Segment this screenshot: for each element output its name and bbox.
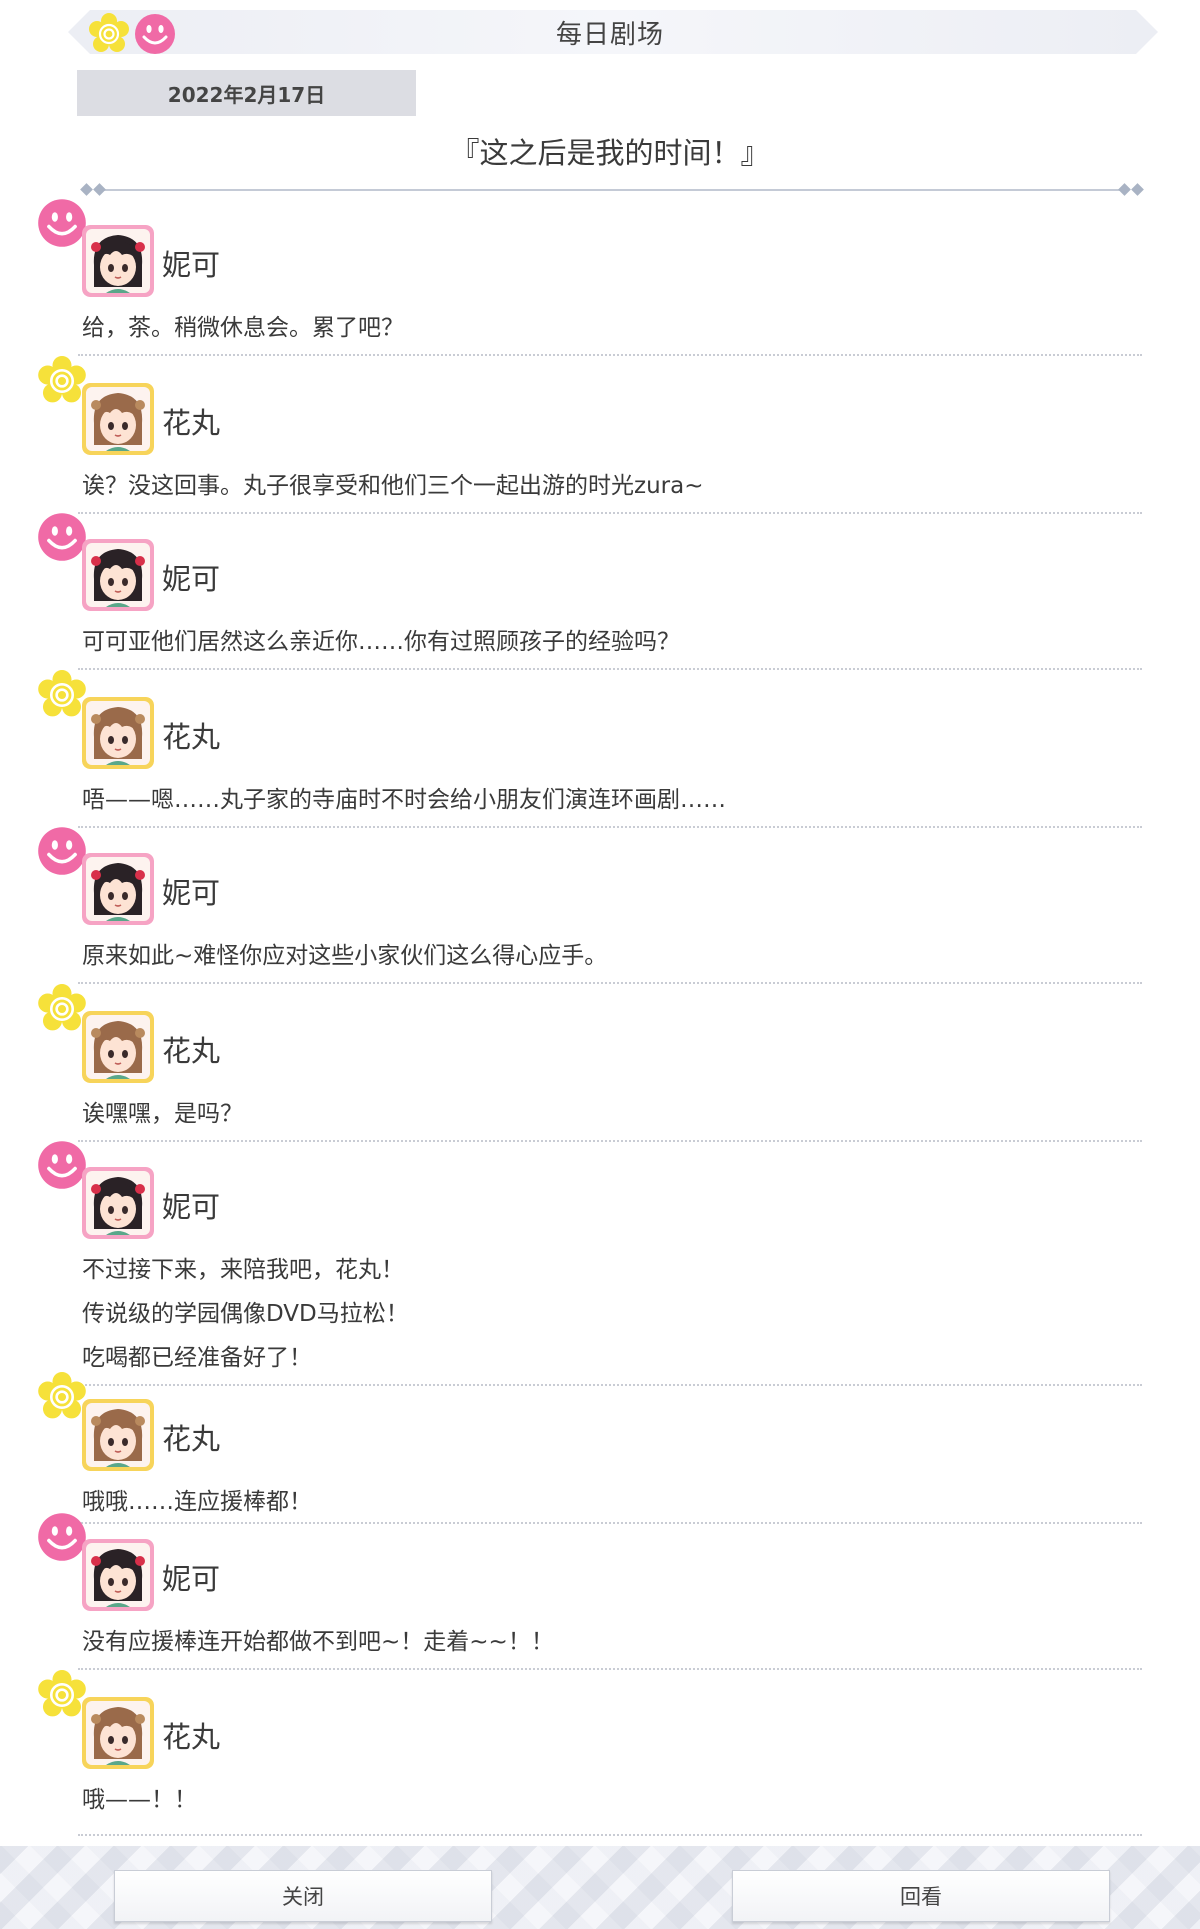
dialogue-text: 不过接下来，来陪我吧，花丸！ 传说级的学园偶像DVD马拉松！ 吃喝都已经准备好了！ [82, 1248, 409, 1380]
entry-divider [78, 826, 1142, 828]
dialogue-line: 可可亚他们居然这么亲近你……你有过照顾孩子的经验吗？ [82, 629, 680, 655]
entry-divider [78, 1834, 1142, 1836]
dialogue-line: 不过接下来，来陪我吧，花丸！ [82, 1257, 404, 1283]
avatar [82, 1167, 154, 1239]
dialogue-line: 哦——！！ [82, 1787, 197, 1813]
entry-divider [78, 512, 1142, 514]
close-button[interactable]: 关闭 [114, 1870, 492, 1922]
title-divider [80, 182, 1144, 198]
avatar [82, 1399, 154, 1471]
smiley-icon [37, 1512, 87, 1566]
entry-divider [78, 668, 1142, 670]
entry-divider [78, 1668, 1142, 1670]
flower-icon [37, 670, 87, 724]
dialogue-text: 诶？没这回事。丸子很享受和他们三个一起出游的时光zura~ [82, 464, 703, 508]
flower-icon [37, 984, 87, 1038]
smiley-icon [37, 1140, 87, 1194]
avatar [82, 1011, 154, 1083]
dialogue-text: 诶嘿嘿，是吗？ [82, 1092, 243, 1136]
avatar [82, 1539, 154, 1611]
dialogue-text: 给，茶。稍微休息会。累了吧？ [82, 306, 404, 350]
avatar [82, 539, 154, 611]
avatar [82, 225, 154, 297]
page-title: 每日剧场 [555, 20, 664, 50]
speaker-name: 妮可 [162, 876, 221, 910]
speaker-name: 妮可 [162, 562, 221, 596]
smiley-icon [37, 198, 87, 252]
dialogue-line: 诶嘿嘿，是吗？ [82, 1101, 243, 1127]
dialogue-text: 哦——！！ [82, 1778, 197, 1822]
avatar [82, 383, 154, 455]
entry-divider [78, 1140, 1142, 1142]
speaker-name: 花丸 [162, 1422, 221, 1456]
speaker-name: 花丸 [162, 720, 221, 754]
dialogue-line: 唔——嗯……丸子家的寺庙时不时会给小朋友们演连环画剧…… [82, 787, 726, 813]
flower-icon [37, 356, 87, 410]
dialogue-text: 没有应援棒连开始都做不到吧~！走着~~！！ [82, 1620, 554, 1664]
entry-divider [78, 354, 1142, 356]
dialogue-line: 诶？没这回事。丸子很享受和他们三个一起出游的时光zura~ [82, 473, 704, 499]
flower-icon [37, 1372, 87, 1426]
smiley-icon [37, 826, 87, 880]
dialogue-line: 没有应援棒连开始都做不到吧~！走着~~！！ [82, 1629, 554, 1655]
dialogue-text: 哦哦……连应援棒都！ [82, 1480, 312, 1524]
speaker-name: 花丸 [162, 1034, 221, 1068]
dialogue-text: 唔——嗯……丸子家的寺庙时不时会给小朋友们演连环画剧…… [82, 778, 726, 822]
date-label: 2022年2月17日 [77, 70, 416, 116]
story-title: 『这之后是我的时间！』 [450, 136, 770, 170]
entry-divider [78, 1522, 1142, 1524]
dialogue-text: 原来如此~难怪你应对这些小家伙们这么得心应手。 [82, 934, 607, 978]
flower-icon [37, 1670, 87, 1724]
dialogue-line: 给，茶。稍微休息会。累了吧？ [82, 315, 404, 341]
dialogue-line: 吃喝都已经准备好了！ [82, 1345, 312, 1371]
dialogue-line: 原来如此~难怪你应对这些小家伙们这么得心应手。 [82, 943, 608, 969]
smiley-icon [37, 512, 87, 566]
speaker-name: 妮可 [162, 1190, 221, 1224]
entry-divider [78, 982, 1142, 984]
speaker-name: 妮可 [162, 1562, 221, 1596]
dialogue-line: 哦哦……连应援棒都！ [82, 1489, 312, 1515]
dialogue-text: 可可亚他们居然这么亲近你……你有过照顾孩子的经验吗？ [82, 620, 680, 664]
speaker-name: 花丸 [162, 1720, 221, 1754]
avatar [82, 1697, 154, 1769]
avatar [82, 697, 154, 769]
review-button[interactable]: 回看 [732, 1870, 1110, 1922]
speaker-name: 花丸 [162, 406, 221, 440]
dialogue-line: 传说级的学园偶像DVD马拉松！ [82, 1301, 409, 1327]
avatar [82, 853, 154, 925]
speaker-name: 妮可 [162, 248, 221, 282]
entry-divider [78, 1384, 1142, 1386]
